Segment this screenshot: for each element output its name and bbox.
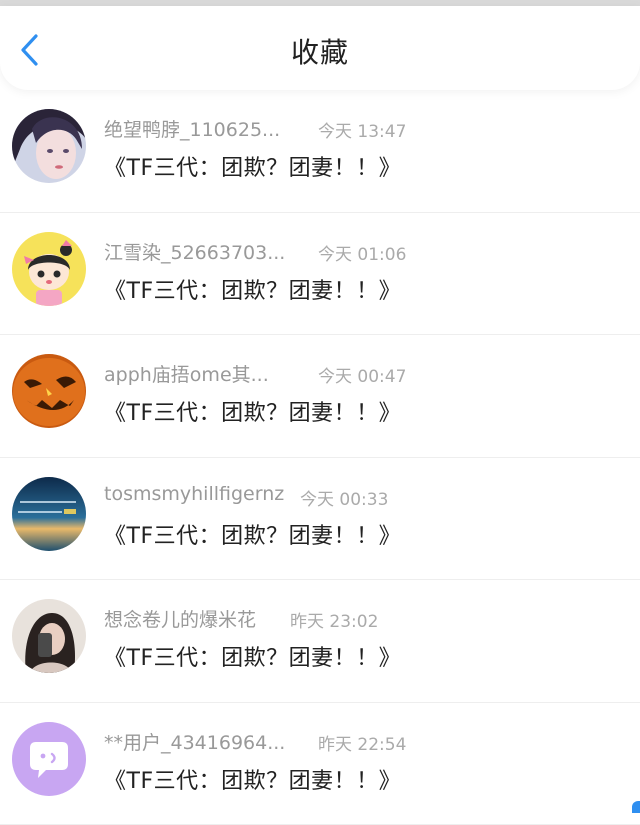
selfie-avatar[interactable]: [12, 599, 86, 673]
timestamp: 今天 13:47: [318, 117, 406, 142]
default-chat-avatar[interactable]: [12, 722, 86, 796]
timestamp: 今天 01:06: [318, 240, 406, 265]
timestamp: 昨天 23:02: [290, 607, 378, 632]
timestamp: 昨天 22:54: [318, 730, 406, 755]
sunset-text-avatar[interactable]: [12, 477, 86, 551]
timestamp: 今天 00:33: [300, 485, 388, 510]
user-name: tosmsmyhillfigernz: [104, 483, 284, 505]
list-item[interactable]: apph庙捂ome其... 今天 00:47 《TF三代：团欺？团妻！！》: [0, 335, 640, 458]
list-item[interactable]: 绝望鸭脖_110625... 今天 13:47 《TF三代：团欺？团妻！！》: [0, 90, 640, 213]
pumpkin-avatar[interactable]: [12, 354, 86, 428]
girl-portrait-avatar[interactable]: [12, 109, 86, 183]
list-item[interactable]: 江雪染_52663703... 今天 01:06 《TF三代：团欺？团妻！！》: [0, 213, 640, 336]
timestamp: 今天 00:47: [318, 362, 406, 387]
scroll-indicator: [632, 801, 640, 813]
user-name: 绝望鸭脖_110625...: [104, 115, 280, 142]
story-title: 《TF三代：团欺？团妻！！》: [104, 150, 401, 182]
user-name: 想念卷儿的爆米花: [104, 605, 256, 632]
page-title: 收藏: [0, 31, 640, 71]
list-item[interactable]: 想念卷儿的爆米花 昨天 23:02 《TF三代：团欺？团妻！！》: [0, 580, 640, 703]
cartoon-girl-avatar[interactable]: [12, 232, 86, 306]
story-title: 《TF三代：团欺？团妻！！》: [104, 763, 401, 795]
user-name: apph庙捂ome其...: [104, 360, 269, 387]
user-name: **用户_43416964...: [104, 728, 285, 755]
story-title: 《TF三代：团欺？团妻！！》: [104, 640, 401, 672]
story-title: 《TF三代：团欺？团妻！！》: [104, 273, 401, 305]
story-title: 《TF三代：团欺？团妻！！》: [104, 395, 401, 427]
list-item[interactable]: tosmsmyhillfigernz 今天 00:33 《TF三代：团欺？团妻！…: [0, 458, 640, 581]
list-item[interactable]: **用户_43416964... 昨天 22:54 《TF三代：团欺？团妻！！》: [0, 703, 640, 825]
story-title: 《TF三代：团欺？团妻！！》: [104, 518, 401, 550]
user-name: 江雪染_52663703...: [104, 238, 285, 265]
header-bar: 收藏: [0, 6, 640, 90]
favorites-list[interactable]: 绝望鸭脖_110625... 今天 13:47 《TF三代：团欺？团妻！！》 江…: [0, 90, 640, 825]
